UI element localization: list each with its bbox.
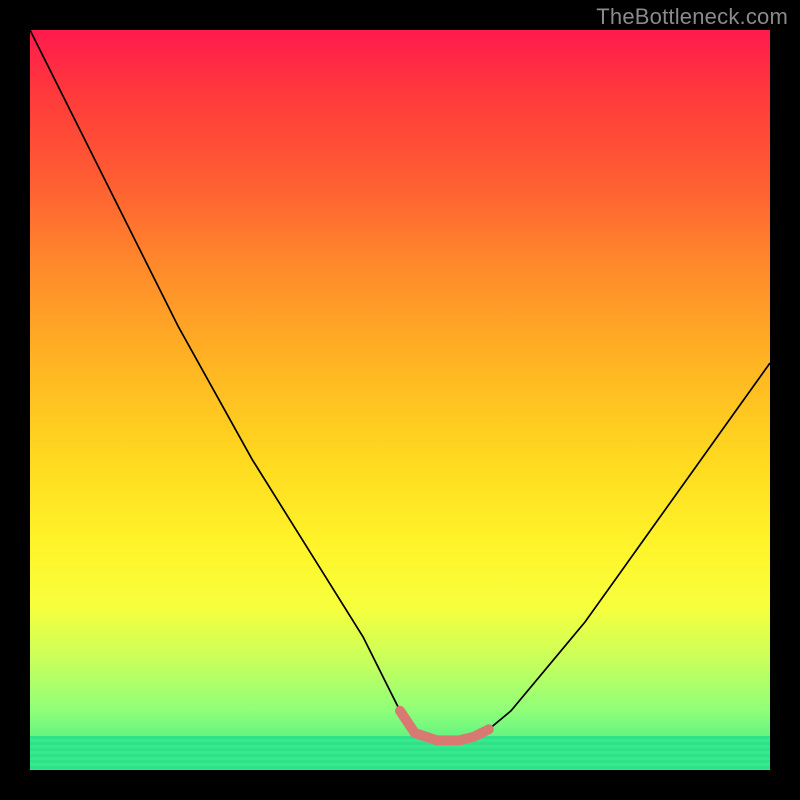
- highlight-segment-path: [400, 711, 489, 741]
- bottleneck-curve-path: [30, 30, 770, 740]
- watermark-text: TheBottleneck.com: [596, 4, 788, 30]
- chart-frame: TheBottleneck.com: [0, 0, 800, 800]
- bottleneck-curve-svg: [30, 30, 770, 770]
- plot-area: [30, 30, 770, 770]
